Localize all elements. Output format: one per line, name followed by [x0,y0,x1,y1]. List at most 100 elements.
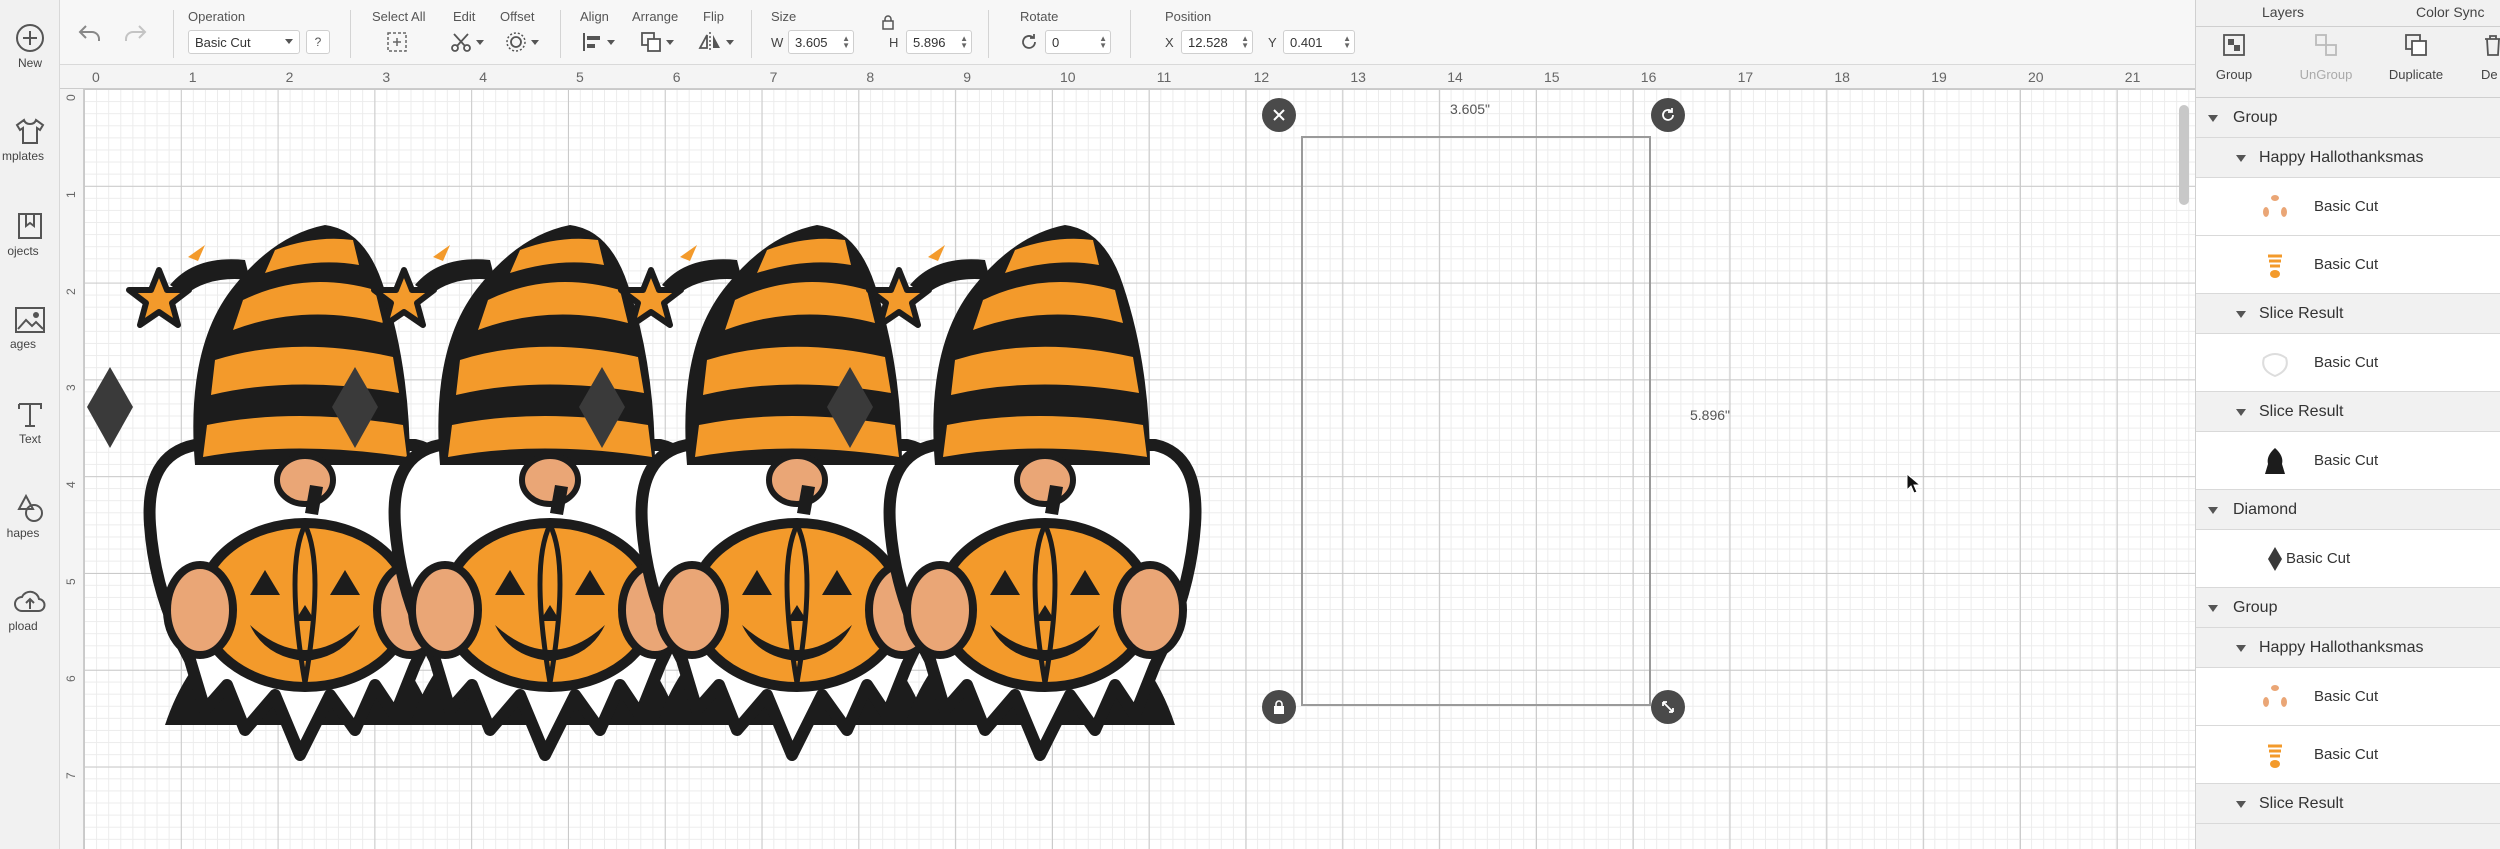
tool-text[interactable]: Text [0,398,59,446]
delete-button[interactable]: De [2473,32,2500,82]
tool-shapes[interactable]: hapes [0,492,59,540]
resize-arrows-icon [1662,701,1674,713]
ruler-left-tick-label: 2 [64,287,78,295]
rotate-field[interactable]: 0 ▲ ▼ [1045,30,1111,54]
ruler-top-tick-label: 10 [1060,69,1076,85]
tool-projects[interactable]: ojects [0,210,59,258]
edit-menu-button[interactable] [446,28,486,56]
width-prefix: W [771,35,784,50]
rotate-icon [1662,108,1674,121]
layer-item[interactable]: Basic Cut [2196,432,2500,490]
duplicate-label: Duplicate [2388,67,2444,82]
undo-button[interactable] [75,18,105,48]
layer-item[interactable]: Basic Cut [2196,236,2500,294]
layer-item[interactable]: Basic Cut [2196,178,2500,236]
stepper-icon: ▲ ▼ [1343,34,1351,50]
offset-button[interactable] [501,28,541,56]
layer-group-header[interactable]: Happy Hallothanksmas [2196,138,2500,178]
duplicate-button[interactable]: Duplicate [2381,32,2451,82]
tab-layers[interactable]: Layers [2262,0,2304,26]
design-canvas[interactable]: 0 1 2 3 4 5 6 7 8 9 10 11 12 13 14 15 16 17 18 19 20 21 01234… [60,65,2195,849]
layer-group-header[interactable]: Group [2196,588,2500,628]
x-position-field[interactable]: 12.528 ▲ ▼ [1181,30,1253,54]
align-button[interactable] [577,28,617,56]
ruler-left-tick-label: 4 [64,481,78,489]
ruler-top-tick-label: 3 [382,69,391,85]
ungroup-button[interactable]: UnGroup [2286,32,2366,82]
height-value: 5.896 [913,35,946,50]
tool-templates[interactable]: mplates [0,115,59,163]
layer-group-header[interactable]: Slice Result [2196,294,2500,334]
chevron-down-icon[interactable] [2236,800,2246,808]
flip-button[interactable] [693,28,737,56]
layer-operation: Basic Cut [2314,198,2379,215]
toolbar-divider [173,10,174,58]
tool-images[interactable]: ages [0,305,59,351]
gnome-pumpkin-design[interactable] [855,195,1225,770]
rotate-button[interactable] [1017,30,1041,54]
tab-color-sync[interactable]: Color Sync [2416,0,2484,26]
offset-title: Offset [500,9,535,24]
lock-handle[interactable] [1262,690,1296,724]
selection-box[interactable] [1301,136,1651,706]
chevron-down-icon[interactable] [2208,506,2218,514]
chevron-down-icon[interactable] [2236,644,2246,652]
toolbar-divider [1130,10,1131,58]
selection-width-label: 3.605" [1450,101,1491,117]
delete-handle[interactable] [1262,98,1296,132]
tool-new-label: New [17,56,42,70]
layer-operation: Basic Cut [2314,256,2379,273]
group-button[interactable]: Group [2204,32,2264,82]
operation-title: Operation [188,9,246,24]
layer-group-header[interactable]: Group [2196,98,2500,138]
vertical-scrollbar[interactable] [2179,105,2189,205]
layer-operation: Basic Cut [2314,688,2379,705]
ruler-left-tick-label: 3 [64,384,78,392]
select-all-button[interactable] [382,28,412,56]
layer-group-header[interactable]: Happy Hallothanksmas [2196,628,2500,668]
tool-upload[interactable]: pload [0,587,59,633]
duplicate-icon [2405,34,2427,56]
layer-item[interactable]: Basic Cut [2196,530,2500,588]
rotate-value: 0 [1052,35,1060,50]
rotate-icon [1022,34,1036,49]
operation-help-button[interactable]: ? [306,30,330,54]
ruler-top-tick-label: 11 [1156,69,1172,85]
chevron-down-icon[interactable] [2236,408,2246,416]
layer-group-header[interactable]: Slice Result [2196,784,2500,824]
y-position-field[interactable]: 0.401 ▲ ▼ [1283,30,1355,54]
chevron-down-icon[interactable] [2236,310,2246,318]
y-position-value: 0.401 [1290,35,1323,50]
chevron-down-icon [665,39,674,45]
layer-group-header[interactable]: Slice Result [2196,392,2500,432]
chevron-down-icon [606,39,615,45]
flip-icon [697,32,720,52]
nose-cheeks-thumb-icon [2258,190,2292,224]
layer-item[interactable]: Basic Cut [2196,668,2500,726]
layer-name: Slice Result [2259,305,2344,322]
lock-aspect-button[interactable] [878,12,898,32]
layer-name: Slice Result [2259,403,2344,420]
chevron-down-icon[interactable] [2236,154,2246,162]
height-field[interactable]: 5.896 ▲ ▼ [906,30,972,54]
chevron-down-icon[interactable] [2208,114,2218,122]
layer-operation: Basic Cut [2286,550,2351,567]
layer-item[interactable]: Basic Cut [2196,334,2500,392]
width-field[interactable]: 3.605 ▲ ▼ [788,30,854,54]
operation-select[interactable]: Basic Cut [188,30,300,54]
position-title: Position [1165,9,1212,24]
delete-icon [2485,35,2500,56]
arrange-button[interactable] [634,28,678,56]
rotate-handle[interactable] [1651,98,1685,132]
layer-item[interactable]: Basic Cut [2196,726,2500,784]
resize-handle[interactable] [1651,690,1685,724]
ruler-top-tick-label: 8 [866,69,875,85]
layer-name: Diamond [2233,501,2298,518]
chevron-down-icon[interactable] [2208,604,2218,612]
redo-button[interactable] [120,18,150,48]
layer-group-header[interactable]: Diamond [2196,490,2500,530]
ruler-top-tick-label: 16 [1640,69,1657,85]
tool-new[interactable]: New [0,22,59,70]
ungroup-label: UnGroup [2299,67,2353,82]
plus-circle-icon [16,24,44,52]
